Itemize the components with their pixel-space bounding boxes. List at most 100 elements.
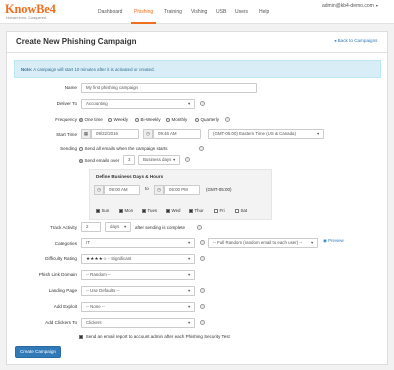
calendar-icon[interactable]: ▦ — [81, 129, 91, 139]
exploit-select[interactable]: -- None -- ▼ — [81, 302, 195, 312]
chevron-down-icon: ▼ — [310, 241, 314, 245]
chevron-down-icon: ▼ — [187, 321, 191, 325]
clickers-select[interactable]: Clickers ▼ — [81, 318, 195, 328]
help-icon[interactable]: ? — [200, 288, 205, 293]
help-icon[interactable]: ? — [197, 225, 202, 230]
brand-logo[interactable]: KnowBe4 Human error. Conquered. — [5, 3, 56, 20]
business-to-label: to — [145, 186, 149, 191]
info-note: Note: A campaign will start 10 minutes a… — [14, 60, 381, 78]
phish-domain-label: Phish Link Domain — [38, 272, 77, 277]
help-icon[interactable]: ? — [200, 240, 205, 245]
nav-usb[interactable]: USB — [216, 9, 226, 15]
chevron-down-icon: ▼ — [187, 102, 191, 106]
chevron-down-icon: ▼ — [187, 257, 191, 261]
checkbox-icon — [96, 208, 100, 213]
clock-icon[interactable]: ◷ — [143, 129, 153, 139]
business-end-input[interactable]: 05:00 PM — [164, 185, 200, 195]
name-label: Name — [64, 85, 77, 90]
checkbox-icon — [214, 208, 218, 213]
template-select[interactable]: -- Full Random (random email to each use… — [208, 238, 318, 248]
clock-icon[interactable]: ◷ — [94, 185, 104, 195]
day-mon[interactable]: Mon — [119, 208, 133, 213]
difficulty-label: Difficulty Rating — [45, 256, 77, 261]
frequency-monthly[interactable]: Monthly — [166, 117, 187, 122]
send-over-count-input[interactable]: 3 — [123, 155, 135, 165]
chevron-down-icon: ▼ — [187, 273, 191, 277]
help-icon[interactable]: ? — [200, 256, 205, 261]
checkbox-icon — [79, 334, 83, 339]
deliver-to-select[interactable]: Accounting ▼ — [81, 99, 195, 109]
name-input[interactable]: My first phishing campaign — [81, 83, 257, 93]
user-menu[interactable]: admin@kb4-demo.com ▼ — [322, 3, 379, 9]
phish-domain-select[interactable]: -- Random -- ▼ — [81, 270, 195, 280]
nav-vishing[interactable]: Vishing — [191, 9, 207, 15]
day-thur[interactable]: Thur — [189, 208, 204, 213]
nav-dashboard[interactable]: Dashboard — [98, 9, 122, 15]
day-sun[interactable]: Sun — [96, 208, 109, 213]
divider — [7, 52, 387, 53]
landing-page-label: Landing Page — [48, 288, 77, 293]
checkbox-icon — [235, 208, 239, 213]
send-over-option[interactable]: Send emails over — [79, 158, 119, 163]
business-hours-title: Define Business Days & Hours — [96, 174, 164, 179]
day-fri[interactable]: Fri — [214, 208, 225, 213]
nav-phishing[interactable]: Phishing — [134, 9, 153, 15]
help-icon[interactable]: ? — [225, 117, 230, 122]
frequency-one-time[interactable]: One time — [79, 117, 103, 122]
active-nav-indicator — [131, 22, 156, 24]
logo-wordmark: KnowBe4 — [5, 2, 56, 16]
business-start-input[interactable]: 09:00 AM — [104, 185, 140, 195]
star-rating-icon: ★★★★☆ — [86, 256, 108, 261]
day-sat[interactable]: Sat — [235, 208, 247, 213]
deliver-to-label: Deliver To — [56, 101, 77, 106]
exploit-label: Add Exploit — [53, 304, 77, 309]
back-to-campaigns-link[interactable]: ◂ Back to Campaigns — [334, 38, 377, 44]
track-count-input[interactable]: 2 — [81, 222, 101, 232]
help-icon[interactable]: ? — [200, 320, 205, 325]
start-time-input[interactable]: 09:46 AM — [153, 129, 201, 139]
help-icon[interactable]: ? — [199, 146, 204, 151]
categories-select[interactable]: IT ▼ — [81, 238, 195, 248]
help-icon[interactable]: ? — [200, 101, 205, 106]
help-icon[interactable]: ? — [200, 304, 205, 309]
chevron-down-icon: ▼ — [187, 289, 191, 293]
track-activity-label: Track Activity — [50, 225, 77, 230]
create-campaign-button[interactable]: Create Campaign — [15, 346, 61, 358]
nav-users[interactable]: Users — [235, 9, 248, 15]
radio-icon — [195, 117, 199, 122]
landing-page-select[interactable]: -- Use Defaults -- ▼ — [81, 286, 195, 296]
chevron-down-icon: ▼ — [187, 305, 191, 309]
radio-icon — [166, 117, 170, 122]
sending-label: Sending — [60, 146, 77, 151]
send-all-option[interactable]: Send all emails when the campaign starts — [79, 146, 168, 151]
chevron-down-icon: ▼ — [316, 132, 320, 136]
day-tues[interactable]: Tues — [142, 208, 157, 213]
chevron-down-icon: ▼ — [123, 225, 127, 229]
business-hours-panel: Define Business Days & Hours ◷ 09:00 AM … — [89, 169, 272, 220]
frequency-bi-weekly[interactable]: Bi-Weekly — [135, 117, 161, 122]
preview-link[interactable]: ◉ Preview — [323, 238, 344, 244]
chevron-down-icon: ▼ — [172, 158, 176, 162]
day-wed[interactable]: Wed — [166, 208, 180, 213]
user-email: admin@kb4-demo.com — [322, 3, 374, 9]
nav-training[interactable]: Training — [164, 9, 182, 15]
campaign-form-card: Create New Phishing Campaign ◂ Back to C… — [6, 31, 388, 365]
nav-help[interactable]: Help — [259, 9, 269, 15]
radio-icon — [135, 117, 139, 122]
start-date-input[interactable]: 09/22/2016 — [91, 129, 139, 139]
logo-tagline: Human error. Conquered. — [6, 16, 47, 20]
checkbox-icon — [119, 208, 123, 213]
send-over-unit-select[interactable]: Business days ▼ — [138, 155, 180, 165]
timezone-select[interactable]: (GMT-05:00) Eastern Time (US & Canada) ▼ — [208, 129, 324, 139]
page-title: Create New Phishing Campaign — [16, 37, 137, 46]
track-unit-select[interactable]: days ▼ — [105, 222, 131, 232]
help-icon[interactable]: ? — [185, 157, 190, 162]
clickers-label: Add Clickers To — [45, 320, 77, 325]
note-label: Note: — [21, 67, 33, 72]
report-checkbox[interactable]: Send an email report to account admin af… — [79, 334, 230, 339]
frequency-weekly[interactable]: Weekly — [108, 117, 128, 122]
clock-icon[interactable]: ◷ — [154, 185, 164, 195]
frequency-quarterly[interactable]: Quarterly — [195, 117, 219, 122]
difficulty-select[interactable]: ★★★★☆ - Significant ▼ — [81, 254, 195, 264]
chevron-down-icon: ▼ — [187, 241, 191, 245]
